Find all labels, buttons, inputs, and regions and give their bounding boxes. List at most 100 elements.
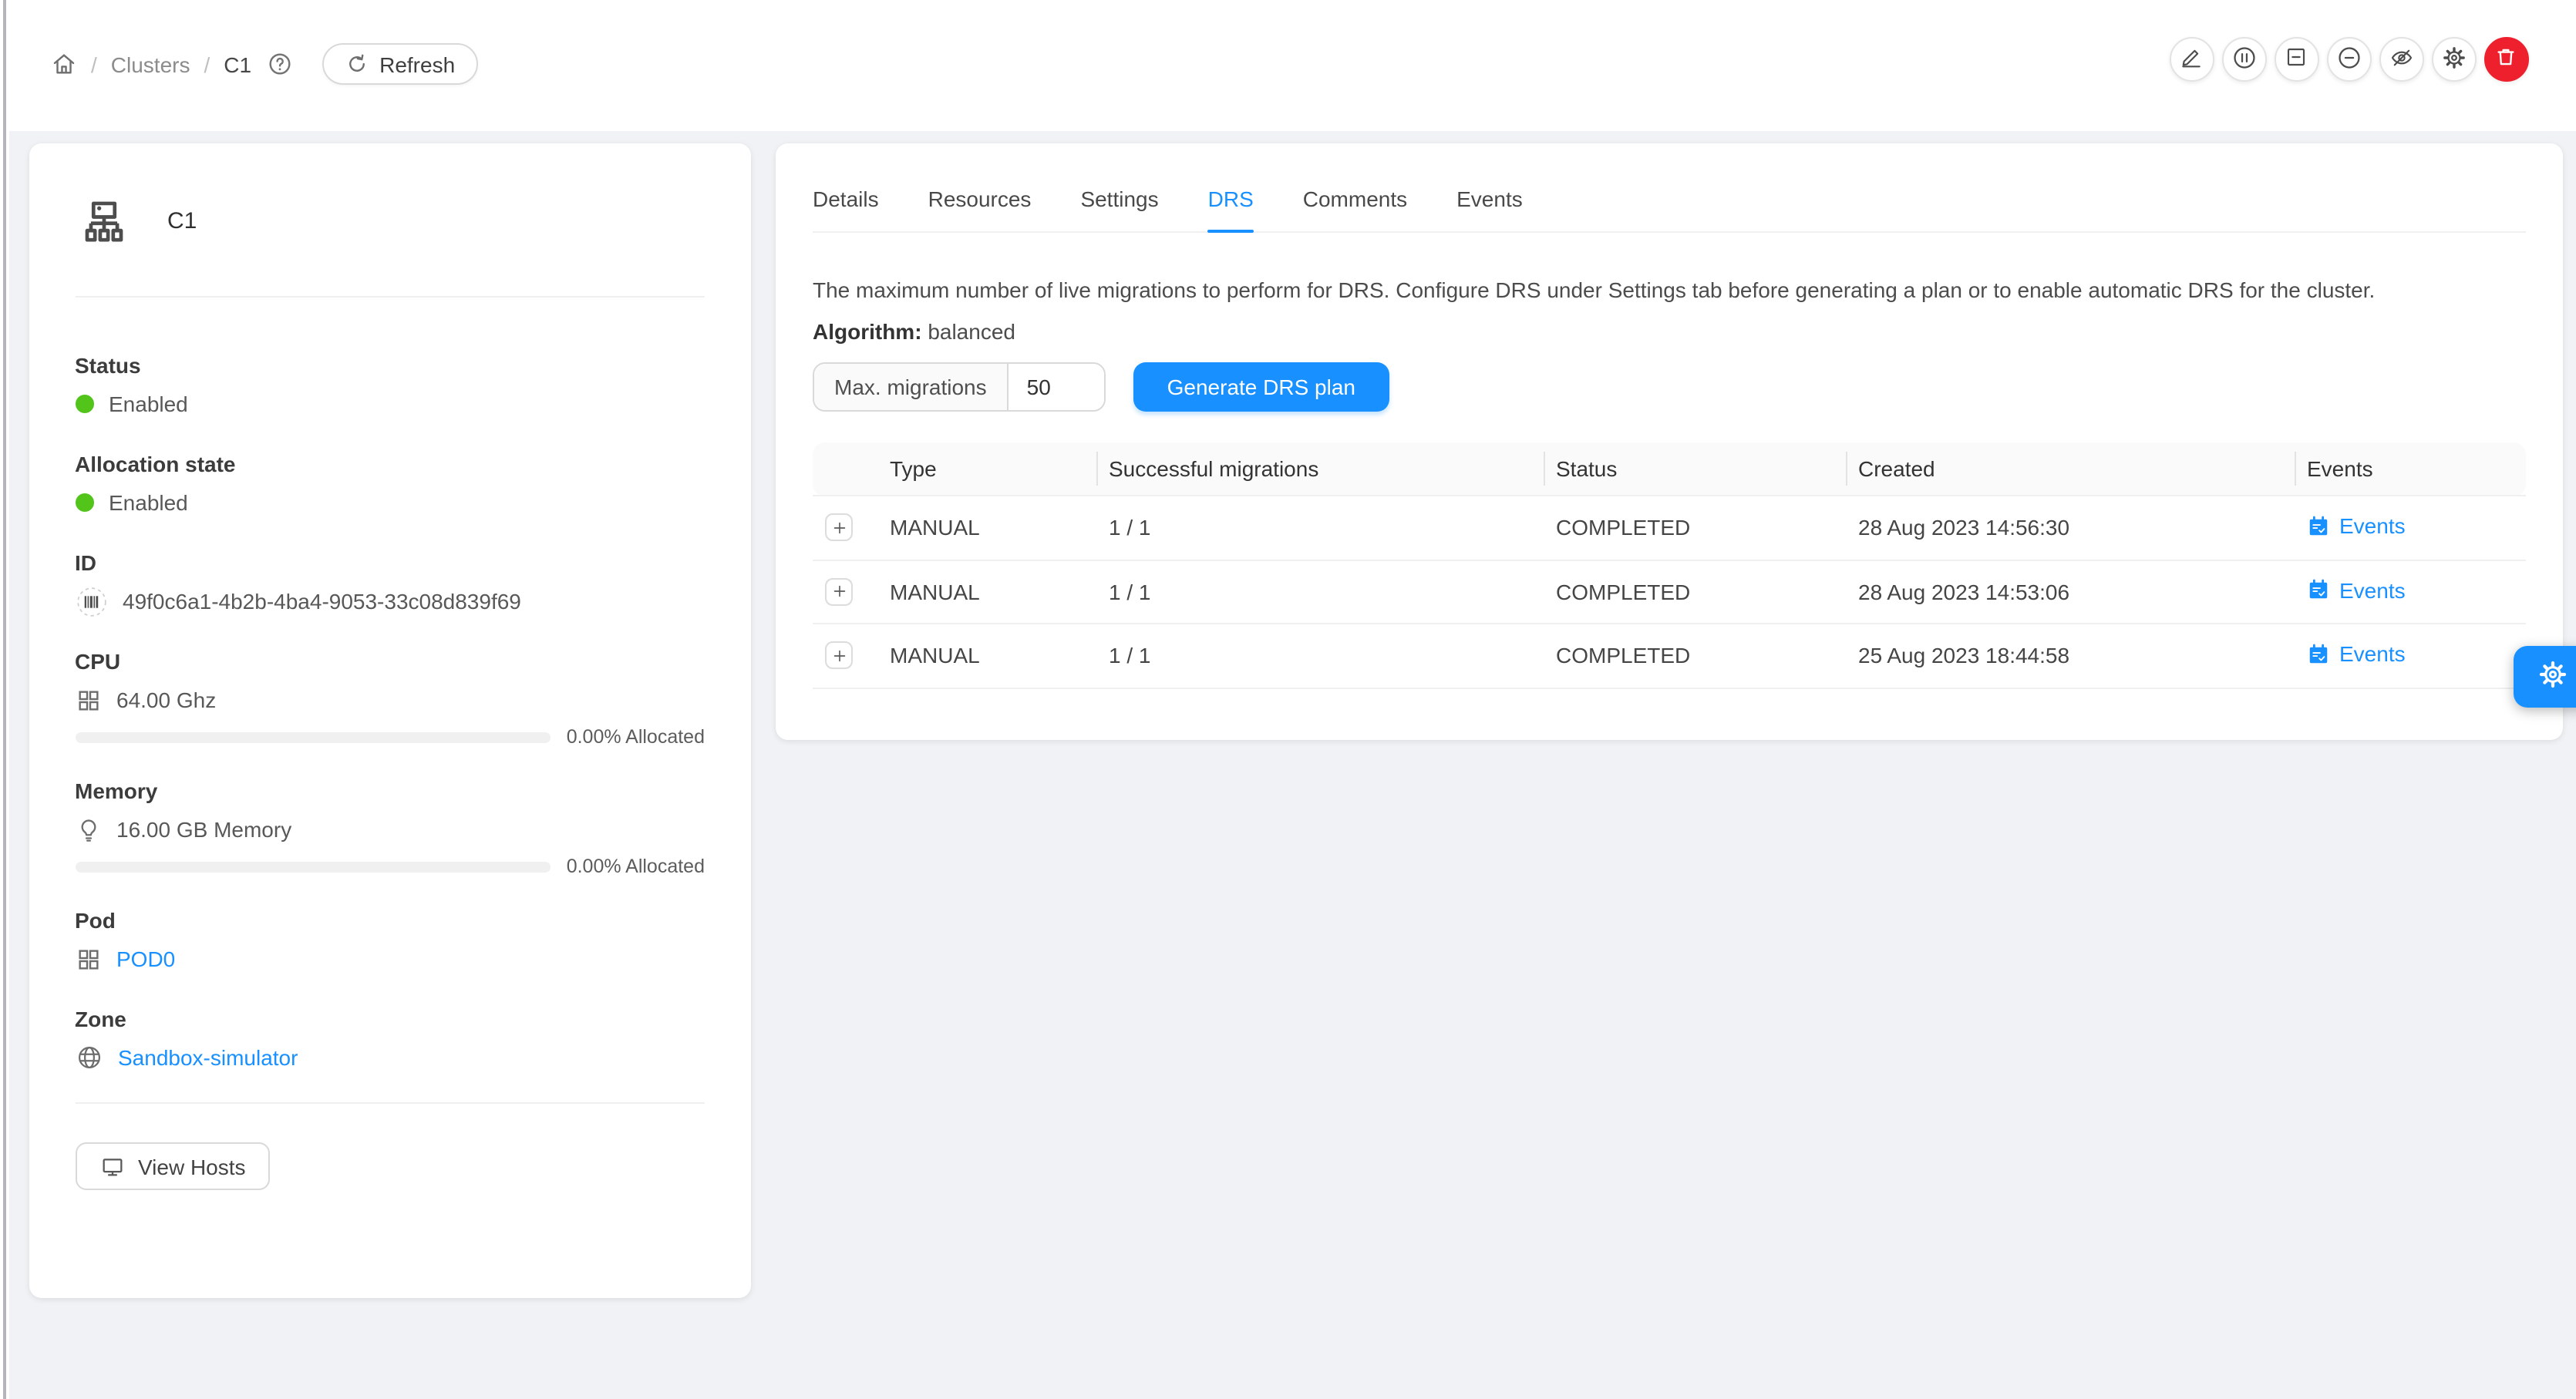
allocation-state-dot xyxy=(75,493,93,512)
cluster-info-card: C1 Status Enabled Allocation state Enabl… xyxy=(29,143,751,1298)
grid-icon xyxy=(75,946,101,972)
tab-events[interactable]: Events xyxy=(1456,168,1523,231)
cluster-icon xyxy=(78,196,129,247)
home-icon[interactable] xyxy=(51,51,77,77)
pause-cluster-button[interactable] xyxy=(2221,37,2266,82)
edit-button[interactable] xyxy=(2169,37,2214,82)
zone-label: Zone xyxy=(75,1004,705,1034)
info-divider-bottom xyxy=(75,1102,705,1104)
memory-value: 16.00 GB Memory xyxy=(116,812,291,846)
field-pod: Pod POD0 xyxy=(75,905,705,979)
row-events-link[interactable]: Events xyxy=(2307,509,2406,543)
minus-circle-icon xyxy=(2335,44,2362,75)
max-migrations-group: Max. migrations xyxy=(813,362,1106,412)
cell-status: COMPLETED xyxy=(1544,624,1846,688)
grid-icon xyxy=(75,687,101,713)
row-events-label: Events xyxy=(2339,637,2406,671)
info-fields: Status Enabled Allocation state Enabled … xyxy=(75,350,705,1078)
zone-link[interactable]: Sandbox-simulator xyxy=(118,1041,298,1074)
drs-algorithm-line: Algorithm: balanced xyxy=(813,319,2526,344)
plus-icon xyxy=(830,520,847,536)
header-actions xyxy=(2169,37,2528,82)
refresh-icon xyxy=(345,52,369,76)
window-edge-divider xyxy=(2,0,6,1399)
pod-label: Pod xyxy=(75,905,705,936)
id-label: ID xyxy=(75,547,705,578)
field-cpu: CPU 64.00 Ghz 0.00% Allocated xyxy=(75,646,705,751)
trash-icon xyxy=(2494,45,2518,74)
breadcrumb-separator: / xyxy=(204,52,210,76)
status-value: Enabled xyxy=(109,387,188,421)
column-status: Status xyxy=(1544,442,1846,496)
tab-settings[interactable]: Settings xyxy=(1080,168,1158,231)
field-id: ID 49f0c6a1-4b2b-4ba4-9053-33c08d839f69 xyxy=(75,547,705,621)
refresh-label: Refresh xyxy=(379,52,455,76)
allocation-state-label: Allocation state xyxy=(75,449,705,479)
refresh-button[interactable]: Refresh xyxy=(322,43,478,85)
cell-migrations: 1 / 1 xyxy=(1096,560,1544,624)
unmanage-cluster-button[interactable] xyxy=(2274,37,2318,82)
delete-cluster-button[interactable] xyxy=(2483,37,2528,82)
expand-column-header xyxy=(813,442,877,496)
row-events-link[interactable]: Events xyxy=(2307,637,2406,671)
cpu-progress-track xyxy=(75,731,551,742)
tab-comments[interactable]: Comments xyxy=(1303,168,1407,231)
settings-button[interactable] xyxy=(2431,37,2476,82)
generate-drs-plan-button[interactable]: Generate DRS plan xyxy=(1133,362,1389,412)
cell-migrations: 1 / 1 xyxy=(1096,496,1544,560)
cluster-title-row: C1 xyxy=(75,183,705,256)
expand-row-button[interactable] xyxy=(825,578,853,606)
question-circle-icon[interactable] xyxy=(267,51,293,77)
project-settings-fab[interactable] xyxy=(2514,646,2576,708)
cell-created: 28 Aug 2023 14:56:30 xyxy=(1846,496,2295,560)
calendar-check-icon xyxy=(2307,578,2330,601)
globe-icon xyxy=(75,1044,103,1071)
tab-drs[interactable]: DRS xyxy=(1208,168,1254,231)
cell-status: COMPLETED xyxy=(1544,560,1846,624)
row-events-link[interactable]: Events xyxy=(2307,573,2406,607)
cell-type: MANUAL xyxy=(877,560,1096,624)
tab-details[interactable]: Details xyxy=(813,168,879,231)
cluster-name: C1 xyxy=(167,208,197,234)
field-status: Status Enabled xyxy=(75,350,705,424)
id-value: 49f0c6a1-4b2b-4ba4-9053-33c08d839f69 xyxy=(123,584,521,618)
expand-row-button[interactable] xyxy=(825,642,853,670)
info-divider-top xyxy=(75,296,705,298)
disable-cluster-button[interactable] xyxy=(2326,37,2371,82)
tab-bar: Details Resources Settings DRS Comments … xyxy=(813,143,2526,233)
cpu-value: 64.00 Ghz xyxy=(116,683,216,717)
allocation-state-value: Enabled xyxy=(109,486,188,520)
edit-icon xyxy=(2179,45,2204,74)
gear-icon xyxy=(2536,658,2568,695)
breadcrumb-item-clusters[interactable]: Clusters xyxy=(111,52,190,76)
field-allocation-state: Allocation state Enabled xyxy=(75,449,705,523)
max-migrations-input[interactable] xyxy=(1009,364,1104,410)
table-header-row: Type Successful migrations Status Create… xyxy=(813,442,2526,496)
cell-created: 25 Aug 2023 18:44:58 xyxy=(1846,624,2295,688)
barcode-icon xyxy=(75,585,107,617)
cpu-label: CPU xyxy=(75,646,705,677)
cell-created: 28 Aug 2023 14:53:06 xyxy=(1846,560,2295,624)
expand-row-button[interactable] xyxy=(825,514,853,542)
memory-progress: 0.00% Allocated xyxy=(75,853,705,880)
status-label: Status xyxy=(75,350,705,381)
breadcrumb: / Clusters / C1 Refresh xyxy=(51,43,478,85)
view-hosts-button[interactable]: View Hosts xyxy=(75,1142,271,1190)
breadcrumb-separator: / xyxy=(91,52,97,76)
memory-label: Memory xyxy=(75,775,705,806)
max-migrations-label: Max. migrations xyxy=(814,364,1009,410)
cell-migrations: 1 / 1 xyxy=(1096,624,1544,688)
table-row: MANUAL 1 / 1 COMPLETED 28 Aug 2023 14:53… xyxy=(813,560,2526,624)
field-zone: Zone Sandbox-simulator xyxy=(75,1004,705,1078)
app-window: / Clusters / C1 Refresh xyxy=(0,0,2576,1399)
calendar-check-icon xyxy=(2307,514,2330,537)
monitor-icon xyxy=(99,1154,124,1179)
pod-link[interactable]: POD0 xyxy=(116,942,175,976)
row-events-label: Events xyxy=(2339,509,2406,543)
tab-resources[interactable]: Resources xyxy=(928,168,1032,231)
memory-allocated-text: 0.00% Allocated xyxy=(567,856,705,877)
migrations-table: Type Successful migrations Status Create… xyxy=(813,442,2526,688)
hide-cluster-button[interactable] xyxy=(2379,37,2423,82)
table-row: MANUAL 1 / 1 COMPLETED 28 Aug 2023 14:56… xyxy=(813,496,2526,560)
algorithm-label: Algorithm: xyxy=(813,319,922,344)
